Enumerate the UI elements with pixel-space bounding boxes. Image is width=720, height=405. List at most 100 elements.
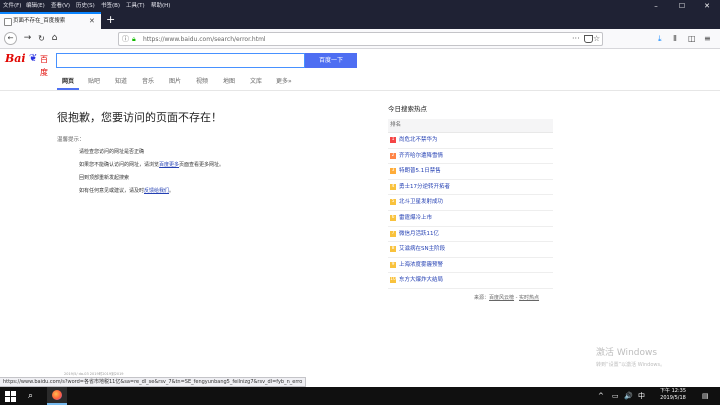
taskbar-clock[interactable]: 下午 12:35 2019/5/18	[658, 388, 688, 402]
hot-item-link[interactable]: 微信月活跃11亿	[399, 230, 439, 239]
tip-text: 页面查看更多网址。	[179, 162, 225, 168]
windows-logo-icon	[5, 391, 10, 396]
firefox-icon	[52, 390, 62, 400]
tab-tieba[interactable]: 贴吧	[88, 77, 100, 86]
tab-images[interactable]: 图片	[169, 77, 181, 86]
tab-zhidao[interactable]: 知道	[115, 77, 127, 86]
activate-windows-title: 激活 Windows	[596, 348, 658, 358]
hot-list-item[interactable]: 7 微信月活跃11亿	[388, 227, 553, 243]
info-icon[interactable]: ⓘ	[122, 34, 129, 45]
hot-item-link[interactable]: 艾滋病在SN主阶段	[399, 245, 445, 254]
bookmark-star-icon[interactable]: ☆	[593, 33, 600, 45]
tips-heading: 温馨提示：	[57, 137, 85, 143]
search-button[interactable]: 百度一下	[305, 53, 357, 68]
tab-wenku[interactable]: 文库	[250, 77, 262, 86]
home-button[interactable]: ⌂	[48, 32, 61, 45]
source-label: 来源：	[474, 295, 490, 301]
menu-icon[interactable]: ≡	[704, 32, 711, 46]
menu-bookmarks[interactable]: 书签(B)	[101, 1, 120, 11]
tip-line: 请检查您访问的网址是否正确	[79, 149, 145, 155]
rank-badge: 5	[390, 199, 396, 206]
rank-badge: 1	[390, 137, 396, 143]
baidu-more-link[interactable]: 百度更多	[159, 162, 179, 168]
lock-icon[interactable]: 🔒︎	[132, 34, 136, 45]
active-tab-indicator	[57, 88, 79, 90]
search-input[interactable]	[56, 53, 305, 68]
rank-column-label: 排名	[390, 122, 402, 128]
reload-button[interactable]: ↻	[35, 32, 48, 45]
rank-badge: 7	[390, 230, 396, 237]
logo-text-bai: Bai	[5, 52, 26, 65]
firefox-taskbar-button[interactable]	[47, 387, 67, 405]
back-button[interactable]: ←	[4, 32, 17, 45]
tab-web[interactable]: 网页	[62, 77, 74, 86]
fengyunbang-link[interactable]: 百度风云榜	[489, 295, 514, 301]
hot-item-link[interactable]: 东方大爆炸大结局	[399, 276, 443, 285]
menu-edit[interactable]: 编辑(E)	[26, 1, 45, 11]
notifications-icon[interactable]: ▤	[702, 387, 709, 405]
hot-item-link[interactable]: 齐齐哈尔遭降雪情	[399, 152, 443, 161]
clock-time: 下午 12:35	[660, 388, 686, 394]
tab-music[interactable]: 音乐	[142, 77, 154, 86]
hot-list-header: 排名	[388, 119, 553, 133]
tip-text: 如有任何意见或建议，请及时	[79, 188, 145, 194]
hot-item-link[interactable]: 雷霆爆冷上市	[399, 214, 432, 223]
start-button[interactable]	[3, 389, 17, 403]
tab-title: 页面不存在_百度搜索	[13, 18, 66, 24]
menu-bar: 文件(F) 编辑(E) 查看(V) 历史(S) 书签(B) 工具(T) 帮助(H…	[0, 0, 720, 12]
url-text[interactable]: https://www.baidu.com/search/error.html	[143, 34, 266, 45]
taskbar-search-icon[interactable]: ⌕	[28, 389, 33, 403]
rank-badge: 6	[390, 215, 396, 221]
hot-item-link[interactable]: 勇士17分逆转开拓者	[399, 183, 450, 192]
tip-line: 回到顶部重新发起搜索	[79, 175, 130, 181]
forward-button[interactable]: →	[21, 32, 34, 45]
hot-item-link[interactable]: 上海浓度雾霾预警	[399, 261, 443, 270]
hot-list-item[interactable]: 9 上海浓度雾霾预警	[388, 258, 553, 274]
feedback-link[interactable]: 反馈给我们	[144, 188, 169, 194]
minimize-button[interactable]: –	[643, 0, 669, 12]
tray-overflow-icon[interactable]: ^	[598, 387, 604, 405]
hot-list-item[interactable]: 3 特朗普5.1日禁售	[388, 164, 553, 180]
realtime-hot-link[interactable]: 实时热点	[519, 295, 539, 301]
tab-video[interactable]: 视频	[196, 77, 208, 86]
maximize-button[interactable]: ☐	[669, 0, 695, 12]
menu-view[interactable]: 查看(V)	[51, 1, 70, 11]
hot-list-item[interactable]: 1 尚危北不禁华为	[388, 133, 553, 149]
page-actions-icon[interactable]: ···	[572, 33, 580, 45]
hot-list-item[interactable]: 5 北斗卫星发射成功	[388, 195, 553, 211]
hot-item-link[interactable]: 尚危北不禁华为	[399, 136, 438, 145]
hot-list-source: 来源：百度风云榜 - 实时热点	[474, 294, 539, 302]
volume-icon[interactable]: 🔊	[624, 387, 633, 405]
tab-active[interactable]: 页面不存在_百度搜索 ✕	[0, 12, 101, 29]
close-window-button[interactable]: ✕	[694, 0, 720, 12]
ime-icon[interactable]: 中	[638, 387, 645, 405]
download-icon[interactable]: ⤓	[658, 32, 662, 46]
tab-map[interactable]: 地图	[223, 77, 235, 86]
hot-item-link[interactable]: 特朗普5.1日禁售	[399, 167, 441, 176]
rank-badge: 10	[390, 277, 396, 284]
hot-item-link[interactable]: 北斗卫星发射成功	[399, 198, 443, 207]
page-favicon-icon	[4, 18, 12, 26]
tip-line: 如果您不能确认访问的网址，请浏览百度更多页面查看更多网址。	[79, 161, 224, 169]
tab-close-icon[interactable]: ✕	[89, 16, 95, 26]
new-tab-button[interactable]: +	[106, 13, 115, 27]
hot-list-item[interactable]: 10 东方大爆炸大结局	[388, 273, 553, 289]
tip-text: 如果您不能确认访问的网址，请浏览	[79, 162, 160, 168]
menu-tools[interactable]: 工具(T)	[126, 1, 145, 11]
pocket-icon[interactable]	[584, 35, 593, 43]
hot-list-item[interactable]: 6 雷霆爆冷上市	[388, 211, 553, 227]
rank-badge: 2	[390, 152, 396, 159]
address-bar[interactable]: ⓘ 🔒︎ https://www.baidu.com/search/error.…	[118, 32, 603, 46]
tip-text: 。	[169, 188, 175, 194]
hot-list-item[interactable]: 4 勇士17分逆转开拓者	[388, 180, 553, 196]
library-icon[interactable]: Ⅱ	[673, 32, 677, 46]
tab-more[interactable]: 更多»	[276, 77, 292, 86]
link-status-url: https://www.baidu.com/s?word=各省市地税11亿&sa…	[0, 377, 307, 387]
battery-icon[interactable]: ▭	[612, 387, 619, 405]
hot-list-item[interactable]: 2 齐齐哈尔遭降雪情	[388, 149, 553, 165]
hot-list-item[interactable]: 8 艾滋病在SN主阶段	[388, 242, 553, 258]
menu-help[interactable]: 帮助(H)	[151, 1, 170, 11]
menu-history[interactable]: 历史(S)	[76, 1, 95, 11]
sidebar-icon[interactable]: ◫	[688, 32, 696, 46]
menu-file[interactable]: 文件(F)	[3, 1, 21, 11]
